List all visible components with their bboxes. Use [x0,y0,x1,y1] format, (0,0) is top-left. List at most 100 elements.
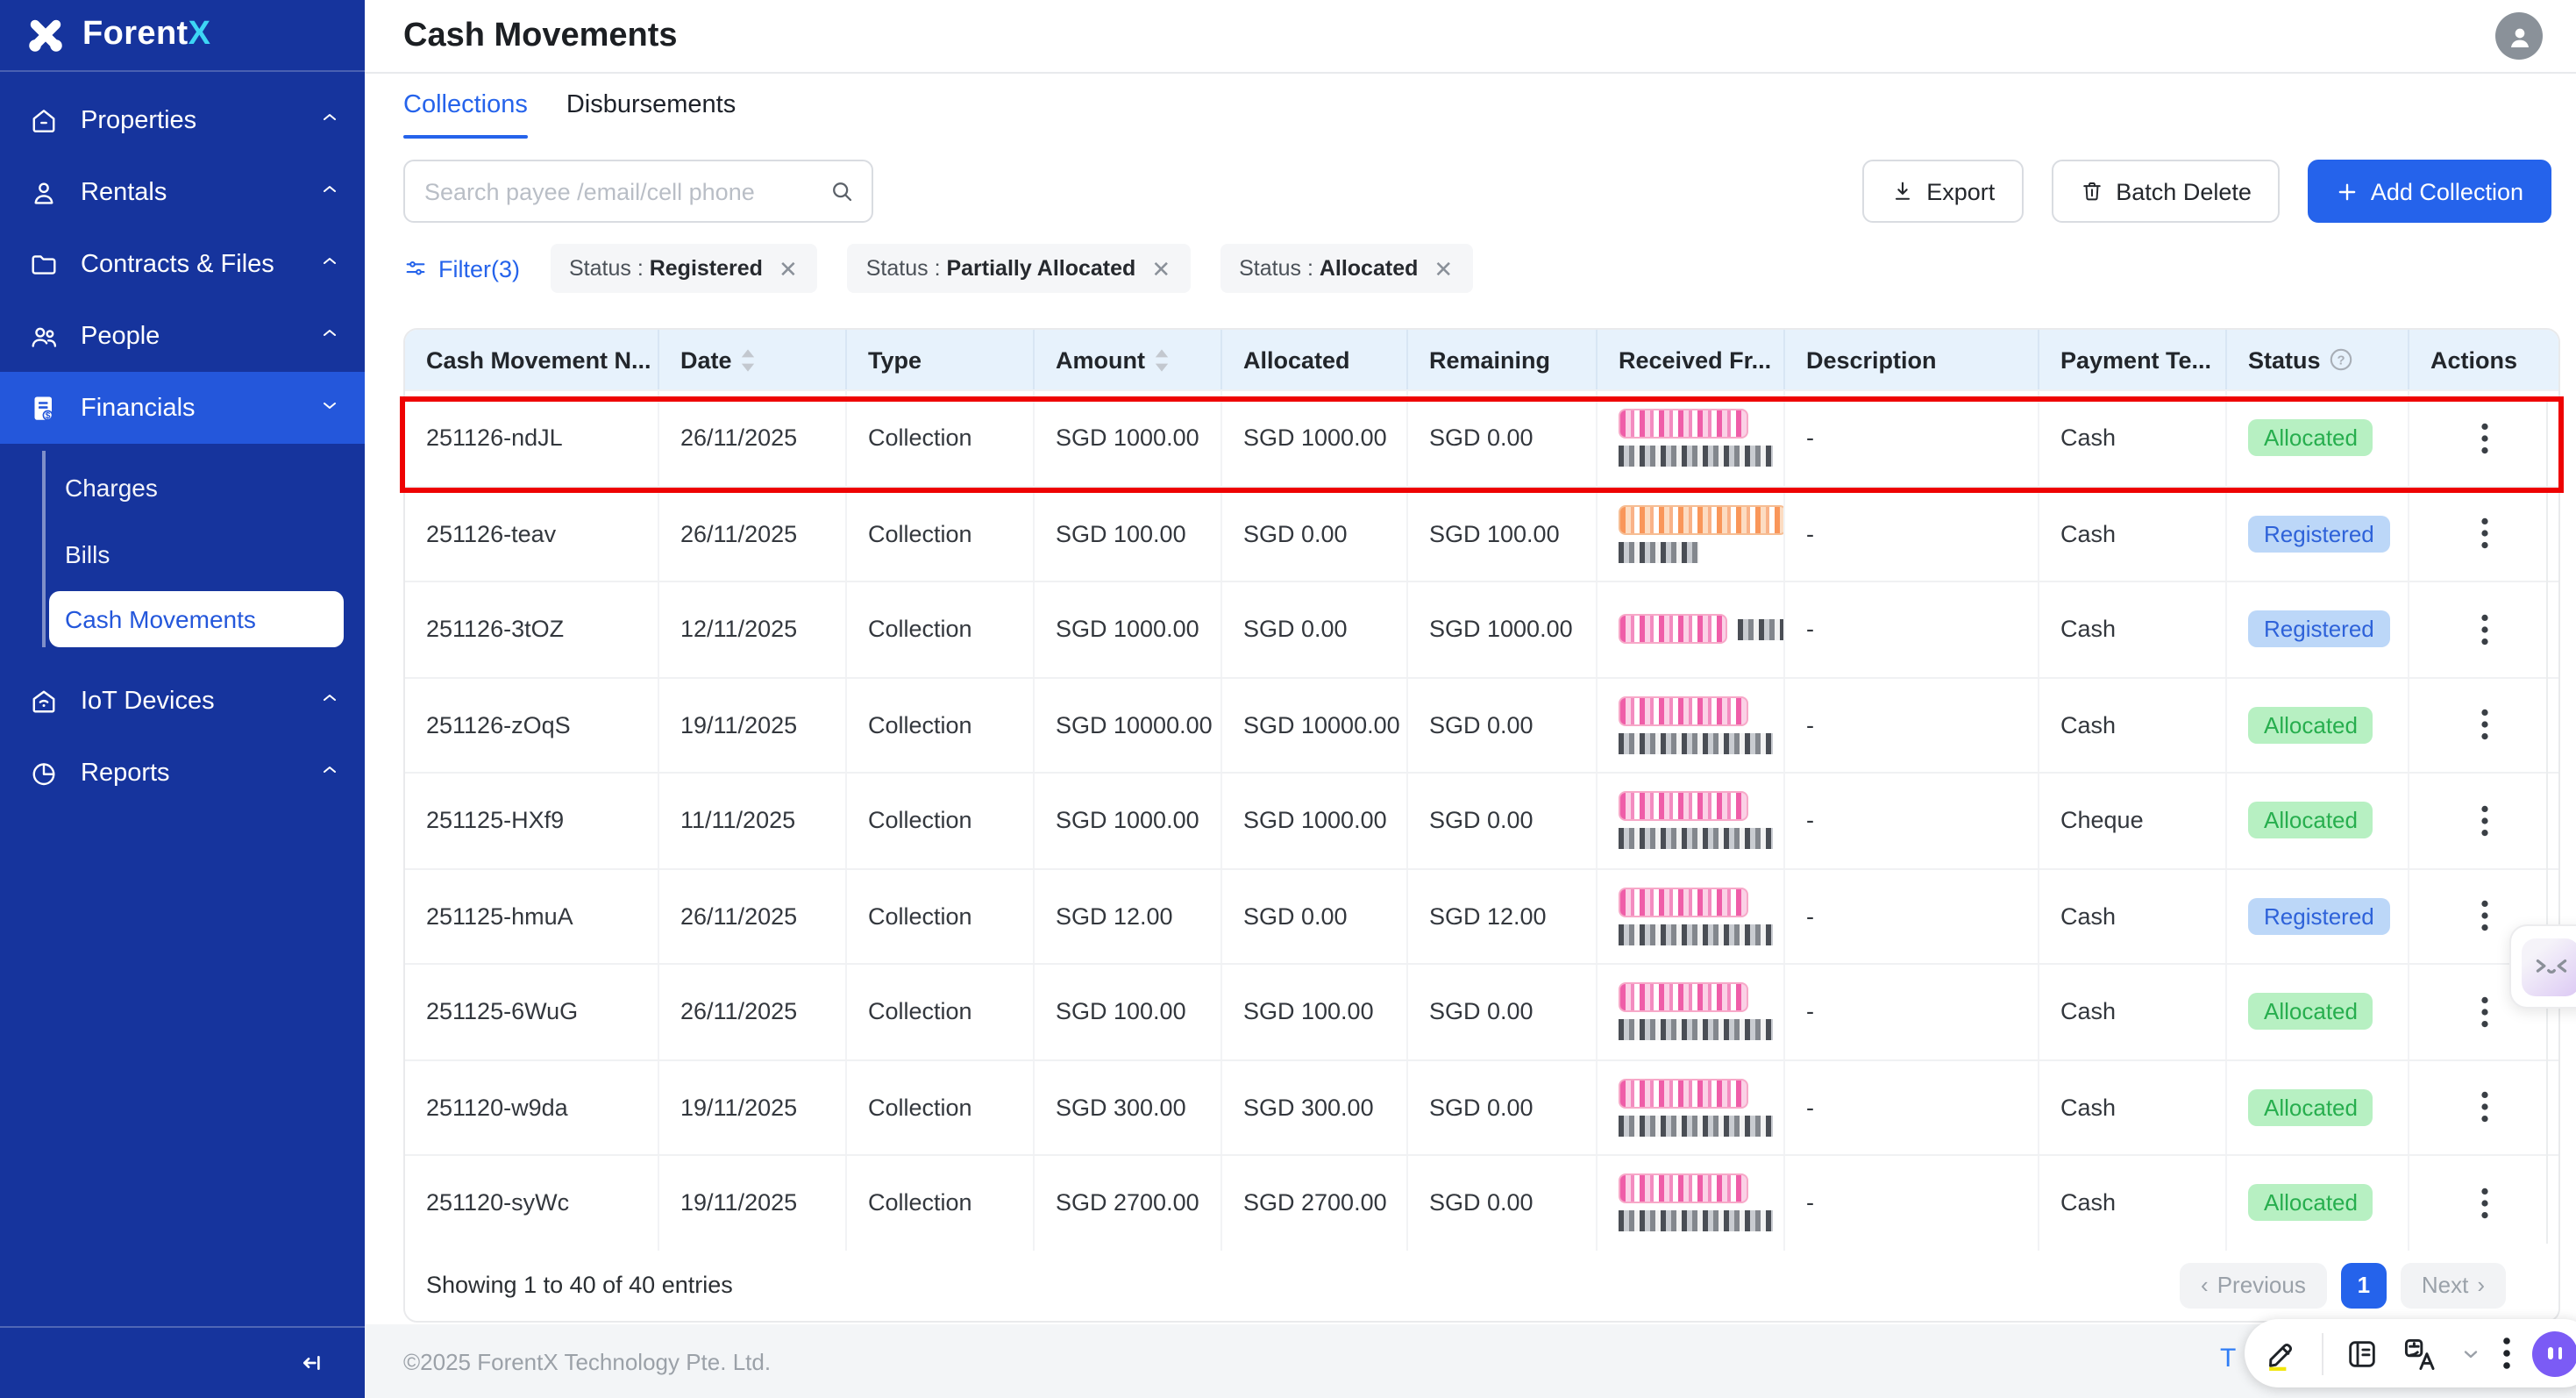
cell-remaining: SGD 12.00 [1408,869,1598,963]
chevron-down-icon[interactable] [2460,1343,2481,1364]
cell-allocated: SGD 0.00 [1222,869,1408,963]
cell-description: - [1785,1156,2039,1250]
cell-id: 251125-hmuA [405,869,659,963]
cell-date: 11/11/2025 [659,774,847,867]
sidebar-item-cash-movements[interactable]: Cash Movements [49,591,344,647]
export-button[interactable]: Export [1861,160,2023,223]
remove-chip-icon[interactable]: ✕ [1434,257,1453,280]
redacted-payer-tag [1619,410,1748,439]
cell-amount: SGD 1000.00 [1035,582,1222,676]
chevron-up-icon [319,250,340,278]
column-header-payment: Payment Te... [2039,330,2227,389]
cell-received [1598,391,1785,485]
app-window: ForentX Properties Rentals [0,0,2576,1398]
cell-description: - [1785,678,2039,772]
cell-id: 251120-w9da [405,1060,659,1154]
cell-description: - [1785,391,2039,485]
status-badge: Allocated [2248,707,2373,744]
row-actions-button[interactable] [2463,699,2505,752]
cell-type: Collection [847,869,1035,963]
cell-payment: Cash [2039,965,2227,1059]
add-collection-button[interactable]: Add Collection [2308,160,2551,223]
filter-button[interactable]: Filter(3) [403,255,520,282]
cell-status: Registered [2227,869,2409,963]
pie-chart-icon [28,757,60,788]
row-actions-button[interactable] [2463,986,2505,1038]
sidebar-item-charges[interactable]: Charges [0,454,365,521]
next-page-button[interactable]: Next› [2401,1262,2506,1308]
highlighter-icon[interactable] [2264,1335,2301,1372]
cell-date: 12/11/2025 [659,582,847,676]
collapse-sidebar-icon[interactable] [298,1349,326,1377]
cell-amount: SGD 2700.00 [1035,1156,1222,1250]
redacted-received-from [1619,983,1773,1041]
cell-actions [2409,487,2558,581]
batch-delete-button[interactable]: Batch Delete [2051,160,2280,223]
cell-type: Collection [847,1060,1035,1154]
sidebar-item-bills[interactable]: Bills [0,521,365,588]
row-actions-button[interactable] [2463,890,2505,943]
top-bar: Cash Movements [365,0,2576,74]
sort-carets-icon [1154,346,1170,373]
svg-text:?: ? [2338,353,2345,367]
row-actions-button[interactable] [2463,508,2505,560]
sidebar-footer [0,1326,365,1398]
user-avatar[interactable] [2495,12,2543,60]
column-header-date[interactable]: Date [659,330,847,389]
row-actions-button[interactable] [2463,412,2505,465]
status-badge: Registered [2248,898,2390,935]
row-actions-button[interactable] [2463,795,2505,847]
download-icon [1889,179,1914,203]
notebook-panel-icon[interactable] [2345,1336,2380,1371]
more-options-kebab-icon[interactable] [2502,1337,2511,1370]
cell-amount: SGD 10000.00 [1035,678,1222,772]
kebab-icon [2480,1188,2487,1219]
cell-type: Collection [847,678,1035,772]
cell-remaining: SGD 0.00 [1408,1060,1598,1154]
cell-status: Allocated [2227,1156,2409,1250]
cell-status: Allocated [2227,1060,2409,1154]
cell-type: Collection [847,582,1035,676]
column-header-description: Description [1785,330,2039,389]
tab-collections[interactable]: Collections [403,91,528,139]
cell-id: 251126-zOqS [405,678,659,772]
sidebar-item-financials[interactable]: $ Financials [0,372,365,444]
tenant-icon [28,176,60,208]
remove-chip-icon[interactable]: ✕ [1151,257,1171,280]
cell-received [1598,869,1785,963]
cell-allocated: SGD 300.00 [1222,1060,1408,1154]
row-actions-button[interactable] [2463,1081,2505,1134]
sidebar-item-contracts-files[interactable]: Contracts & Files [0,228,365,300]
cell-allocated: SGD 1000.00 [1222,774,1408,867]
kebab-icon [2480,996,2487,1028]
cell-allocated: SGD 0.00 [1222,582,1408,676]
cell-amount: SGD 100.00 [1035,487,1222,581]
brand: ForentX [0,0,365,72]
redacted-payer-tag [1619,615,1727,645]
translate-icon[interactable] [2401,1334,2439,1373]
pagination: ‹Previous 1 Next› [2180,1262,2506,1308]
sidebar-item-people[interactable]: People [0,300,365,372]
sidebar-item-reports[interactable]: Reports [0,737,365,809]
status-help-icon[interactable]: ? [2330,347,2354,372]
sidebar-item-rentals[interactable]: Rentals [0,156,365,228]
remove-chip-icon[interactable]: ✕ [779,257,798,280]
cell-id: 251120-syWc [405,1156,659,1250]
kebab-icon [2480,901,2487,932]
search-input[interactable] [403,160,873,223]
cell-type: Collection [847,1156,1035,1250]
column-header-amount[interactable]: Amount [1035,330,1222,389]
brand-logo-icon [25,14,67,56]
previous-page-button[interactable]: ‹Previous [2180,1262,2327,1308]
extension-avatar[interactable] [2532,1330,2576,1376]
assistant-face-icon[interactable] [2522,938,2576,995]
row-actions-button[interactable] [2463,1177,2505,1230]
cell-description: - [1785,487,2039,581]
sidebar-item-properties[interactable]: Properties [0,84,365,156]
page-1-button[interactable]: 1 [2341,1262,2387,1308]
search-icon[interactable] [828,177,856,214]
sidebar-item-iot-devices[interactable]: IoT Devices [0,665,365,737]
column-header-actions: Actions [2409,330,2558,389]
row-actions-button[interactable] [2463,603,2505,656]
tab-disbursements[interactable]: Disbursements [566,91,736,139]
